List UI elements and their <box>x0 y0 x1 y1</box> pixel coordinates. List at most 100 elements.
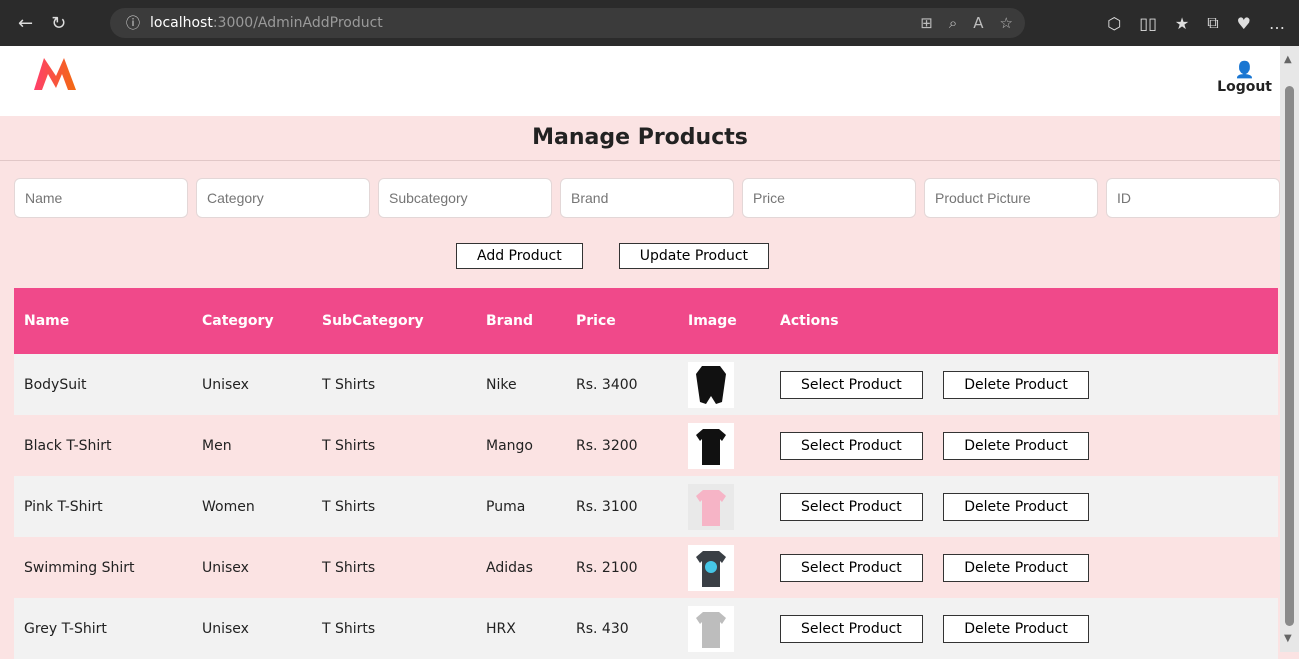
product-name: Black T-Shirt <box>14 415 192 476</box>
scroll-up-icon[interactable]: ▲ <box>1284 54 1292 65</box>
category-input[interactable] <box>196 178 370 218</box>
product-price: Rs. 3200 <box>566 415 678 476</box>
page: 👤 Logout Manage Products Add Product Upd… <box>0 46 1299 659</box>
grey-tshirt-icon <box>696 611 726 648</box>
pink-tshirt-icon <box>696 489 726 526</box>
subcategory-input[interactable] <box>378 178 552 218</box>
product-image <box>678 476 770 537</box>
products-table: Name Category SubCategory Brand Price Im… <box>14 288 1278 659</box>
table-header-row: Name Category SubCategory Brand Price Im… <box>14 288 1278 354</box>
product-brand: Puma <box>476 476 566 537</box>
grey-tshirt-image <box>688 605 734 652</box>
url-host: localhost <box>150 15 213 31</box>
brand-input[interactable] <box>560 178 734 218</box>
product-category: Men <box>192 415 312 476</box>
product-name: Pink T-Shirt <box>14 476 192 537</box>
info-icon: ⓘ <box>126 16 140 32</box>
browser-essentials-icon[interactable]: ♥ <box>1237 14 1251 33</box>
page-title: Manage Products <box>0 116 1280 161</box>
extensions-icon[interactable]: ⬡ <box>1107 14 1121 33</box>
collections-icon[interactable]: ⧉ <box>1207 13 1218 33</box>
table-row: Swimming Shirt Unisex T Shirts Adidas Rs… <box>14 537 1278 598</box>
product-brand: HRX <box>476 598 566 659</box>
product-subcategory: T Shirts <box>312 415 476 476</box>
zoom-icon[interactable]: ⌕ <box>949 14 957 32</box>
top-navbar: 👤 Logout <box>0 46 1280 116</box>
favorite-star-icon[interactable]: ☆ <box>1000 14 1013 32</box>
browser-toolbar-right: ⬡ ▯▯ ★ ⧉ ♥ … <box>1107 0 1285 46</box>
product-form <box>14 178 1280 218</box>
price-input[interactable] <box>742 178 916 218</box>
scroll-down-icon[interactable]: ▼ <box>1284 633 1292 644</box>
user-icon: 👤 <box>1234 60 1255 79</box>
product-price: Rs. 3400 <box>566 354 678 415</box>
logout-button[interactable]: 👤 Logout <box>1217 60 1272 95</box>
delete-product-button[interactable]: Delete Product <box>943 553 1089 582</box>
header-actions: Actions <box>770 288 1278 354</box>
myntra-logo[interactable] <box>30 54 90 94</box>
url-text[interactable]: localhost:3000/AdminAddProduct <box>150 15 383 31</box>
product-image <box>678 415 770 476</box>
header-price: Price <box>566 288 678 354</box>
product-brand: Adidas <box>476 537 566 598</box>
logout-label: Logout <box>1217 79 1272 95</box>
product-price: Rs. 430 <box>566 598 678 659</box>
delete-product-button[interactable]: Delete Product <box>943 431 1089 460</box>
refresh-icon[interactable]: ↻ <box>51 13 66 34</box>
id-input[interactable] <box>1106 178 1280 218</box>
product-category: Unisex <box>192 598 312 659</box>
row-actions: Select Product Delete Product <box>770 415 1278 476</box>
row-actions: Select Product Delete Product <box>770 598 1278 659</box>
address-bar[interactable]: ⓘ localhost:3000/AdminAddProduct ⊞ ⌕ A ☆ <box>110 8 1025 38</box>
more-menu-icon[interactable]: … <box>1269 14 1285 33</box>
header-subcategory: SubCategory <box>312 288 476 354</box>
product-category: Unisex <box>192 354 312 415</box>
product-price: Rs. 3100 <box>566 476 678 537</box>
read-aloud-icon[interactable]: A <box>973 14 983 32</box>
delete-product-button[interactable]: Delete Product <box>943 370 1089 399</box>
swim-shirt-image <box>688 544 734 591</box>
product-subcategory: T Shirts <box>312 598 476 659</box>
back-arrow-icon[interactable]: ← <box>18 13 33 34</box>
favorites-icon[interactable]: ★ <box>1175 14 1189 33</box>
apps-icon[interactable]: ⊞ <box>920 14 933 32</box>
browser-nav: ← ↻ <box>18 0 66 46</box>
pink-tshirt-image <box>688 483 734 530</box>
product-picture-input[interactable] <box>924 178 1098 218</box>
delete-product-button[interactable]: Delete Product <box>943 614 1089 643</box>
product-image <box>678 598 770 659</box>
header-category: Category <box>192 288 312 354</box>
product-brand: Nike <box>476 354 566 415</box>
update-product-button[interactable]: Update Product <box>618 243 770 269</box>
header-image: Image <box>678 288 770 354</box>
black-tshirt-image <box>688 422 734 469</box>
row-actions: Select Product Delete Product <box>770 537 1278 598</box>
address-bar-icons: ⊞ ⌕ A ☆ <box>920 8 1013 38</box>
form-actions: Add Product Update Product <box>456 243 770 269</box>
product-subcategory: T Shirts <box>312 476 476 537</box>
table-row: Black T-Shirt Men T Shirts Mango Rs. 320… <box>14 415 1278 476</box>
table-row: Grey T-Shirt Unisex T Shirts HRX Rs. 430… <box>14 598 1278 659</box>
product-name: Grey T-Shirt <box>14 598 192 659</box>
page-scrollbar[interactable]: ▲ ▼ <box>1280 46 1299 652</box>
row-actions: Select Product Delete Product <box>770 476 1278 537</box>
select-product-button[interactable]: Select Product <box>780 553 923 582</box>
split-screen-icon[interactable]: ▯▯ <box>1139 14 1157 33</box>
select-product-button[interactable]: Select Product <box>780 370 923 399</box>
add-product-button[interactable]: Add Product <box>456 243 583 269</box>
bodysuit-image <box>688 361 734 408</box>
header-brand: Brand <box>476 288 566 354</box>
product-name: Swimming Shirt <box>14 537 192 598</box>
product-category: Women <box>192 476 312 537</box>
product-brand: Mango <box>476 415 566 476</box>
name-input[interactable] <box>14 178 188 218</box>
select-product-button[interactable]: Select Product <box>780 431 923 460</box>
black-tshirt-icon <box>696 428 726 465</box>
product-image <box>678 354 770 415</box>
delete-product-button[interactable]: Delete Product <box>943 492 1089 521</box>
scrollbar-thumb[interactable] <box>1285 86 1294 626</box>
bodysuit-icon <box>696 365 726 404</box>
select-product-button[interactable]: Select Product <box>780 614 923 643</box>
url-path: :3000/AdminAddProduct <box>212 15 383 31</box>
select-product-button[interactable]: Select Product <box>780 492 923 521</box>
